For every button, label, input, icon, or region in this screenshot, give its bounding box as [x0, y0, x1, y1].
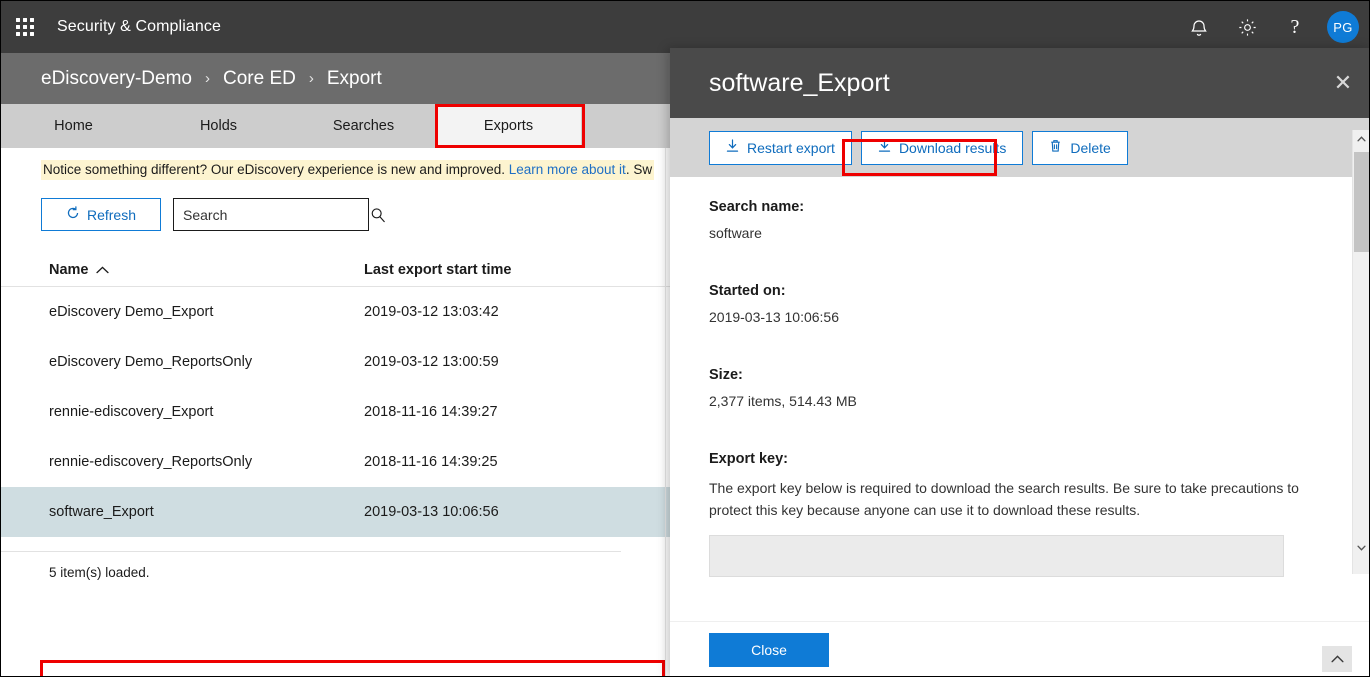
breadcrumb-item-2: Export [326, 67, 382, 89]
restart-export-label: Restart export [747, 139, 835, 156]
table-header-row: Name Last export start time [1, 253, 670, 287]
panel-scrollbar[interactable] [1352, 130, 1369, 574]
table-row[interactable]: rennie-ediscovery_Export 2018-11-16 14:3… [1, 387, 670, 437]
magnifier-search-icon[interactable] [370, 207, 386, 223]
scroll-down-arrow-icon[interactable] [1353, 539, 1369, 556]
panel-header: software_Export ✕ [670, 48, 1369, 118]
items-loaded-status: 5 item(s) loaded. [1, 551, 621, 580]
export-details-panel: software_Export ✕ Restart export Downloa… [670, 48, 1369, 676]
new-experience-notice: Notice something different? Our eDiscove… [41, 160, 655, 180]
sort-ascending-icon [95, 262, 109, 278]
tab-exports[interactable]: Exports [436, 104, 581, 148]
panel-body: Search name: software Started on: 2019-0… [670, 177, 1369, 621]
delete-label: Delete [1070, 139, 1111, 156]
annotation-box-selected-row [40, 660, 665, 676]
export-key-textbox[interactable] [709, 535, 1284, 577]
delete-button[interactable]: Delete [1032, 130, 1128, 165]
breadcrumb-separator: › [308, 70, 314, 87]
settings-gear-icon[interactable] [1223, 1, 1271, 53]
export-key-description: The export key below is required to down… [709, 480, 1299, 518]
refresh-button[interactable]: Refresh [41, 198, 161, 231]
tab-holds[interactable]: Holds [146, 104, 291, 148]
breadcrumb-item-0[interactable]: eDiscovery-Demo [41, 68, 192, 90]
suite-bar: Security & Compliance ? PG [1, 1, 1369, 53]
list-pane-divider [665, 148, 666, 676]
download-results-label: Download results [898, 139, 1007, 156]
restart-export-button[interactable]: Restart export [709, 130, 852, 165]
refresh-button-label: Refresh [86, 206, 137, 223]
cell-time: 2019-03-12 13:00:59 [364, 354, 499, 370]
export-key-label: Export key: [709, 451, 788, 467]
notice-text-after: . Sw [625, 162, 653, 177]
cell-name: eDiscovery Demo_ReportsOnly [49, 354, 253, 370]
panel-footer: Close [670, 621, 1369, 676]
close-icon[interactable]: ✕ [1315, 48, 1369, 118]
column-header-name-label: Name [49, 261, 89, 278]
user-avatar[interactable]: PG [1327, 11, 1359, 43]
refresh-circular-arrow-icon [66, 206, 80, 223]
scrollbar-thumb[interactable] [1354, 152, 1369, 252]
download-results-button[interactable]: Download results [860, 130, 1024, 165]
tab-home[interactable]: Home [1, 104, 146, 148]
exports-table: Name Last export start time eDiscovery D… [1, 253, 670, 580]
cell-time: 2019-03-12 13:03:42 [364, 304, 499, 320]
breadcrumb-separator: › [204, 70, 210, 87]
close-button[interactable]: Close [709, 633, 829, 667]
tab-searches[interactable]: Searches [291, 104, 436, 148]
suite-title: Security & Compliance [57, 18, 221, 35]
cell-time: 2018-11-16 14:39:25 [364, 454, 498, 470]
command-bar: Refresh [41, 198, 670, 231]
download-arrow-icon [726, 139, 739, 156]
scroll-up-arrow-icon[interactable] [1353, 130, 1369, 147]
search-name-value: software [709, 225, 762, 241]
suite-bar-actions: ? PG [1175, 1, 1369, 53]
notice-text-before: Notice something different? Our eDiscove… [43, 162, 509, 177]
cell-name: rennie-ediscovery_ReportsOnly [49, 454, 253, 470]
notifications-bell-icon[interactable] [1175, 1, 1223, 53]
table-row[interactable]: rennie-ediscovery_ReportsOnly 2018-11-16… [1, 437, 670, 487]
search-input[interactable] [174, 199, 370, 230]
trash-bin-icon [1049, 139, 1062, 156]
download-arrow-icon [878, 139, 891, 156]
waffle-grid [16, 18, 34, 36]
table-row[interactable]: eDiscovery Demo_Export 2019-03-12 13:03:… [1, 287, 670, 337]
app-launcher-waffle-icon[interactable] [1, 1, 49, 53]
help-glyph: ? [1290, 15, 1300, 38]
cell-name: software_Export [49, 504, 154, 520]
table-row[interactable]: eDiscovery Demo_ReportsOnly 2019-03-12 1… [1, 337, 670, 387]
cell-time: 2019-03-13 10:06:56 [364, 504, 499, 520]
search-box[interactable] [173, 198, 385, 231]
started-on-value: 2019-03-13 10:06:56 [709, 309, 839, 325]
table-row-selected[interactable]: software_Export 2019-03-13 10:06:56 [1, 487, 670, 537]
cell-time: 2018-11-16 14:39:27 [364, 404, 498, 420]
scroll-to-top-button[interactable] [1322, 646, 1352, 672]
size-value: 2,377 items, 514.43 MB [709, 393, 857, 409]
app-screenshot: Security & Compliance ? PG eDiscovery-De… [0, 0, 1370, 677]
panel-toolbar: Restart export Download results Delete [670, 118, 1369, 177]
learn-more-link[interactable]: Learn more about it [509, 162, 626, 177]
size-label: Size: [709, 367, 743, 383]
cell-name: eDiscovery Demo_Export [49, 304, 214, 320]
column-header-last-export-start-time[interactable]: Last export start time [364, 262, 644, 278]
search-name-label: Search name: [709, 199, 805, 215]
column-header-name[interactable]: Name [49, 262, 364, 278]
panel-title: software_Export [709, 68, 890, 97]
breadcrumb-item-1[interactable]: Core ED [223, 68, 296, 90]
exports-list-pane: Notice something different? Our eDiscove… [1, 148, 670, 676]
cell-name: rennie-ediscovery_Export [49, 404, 214, 420]
started-on-label: Started on: [709, 283, 786, 299]
help-question-icon[interactable]: ? [1271, 1, 1319, 53]
